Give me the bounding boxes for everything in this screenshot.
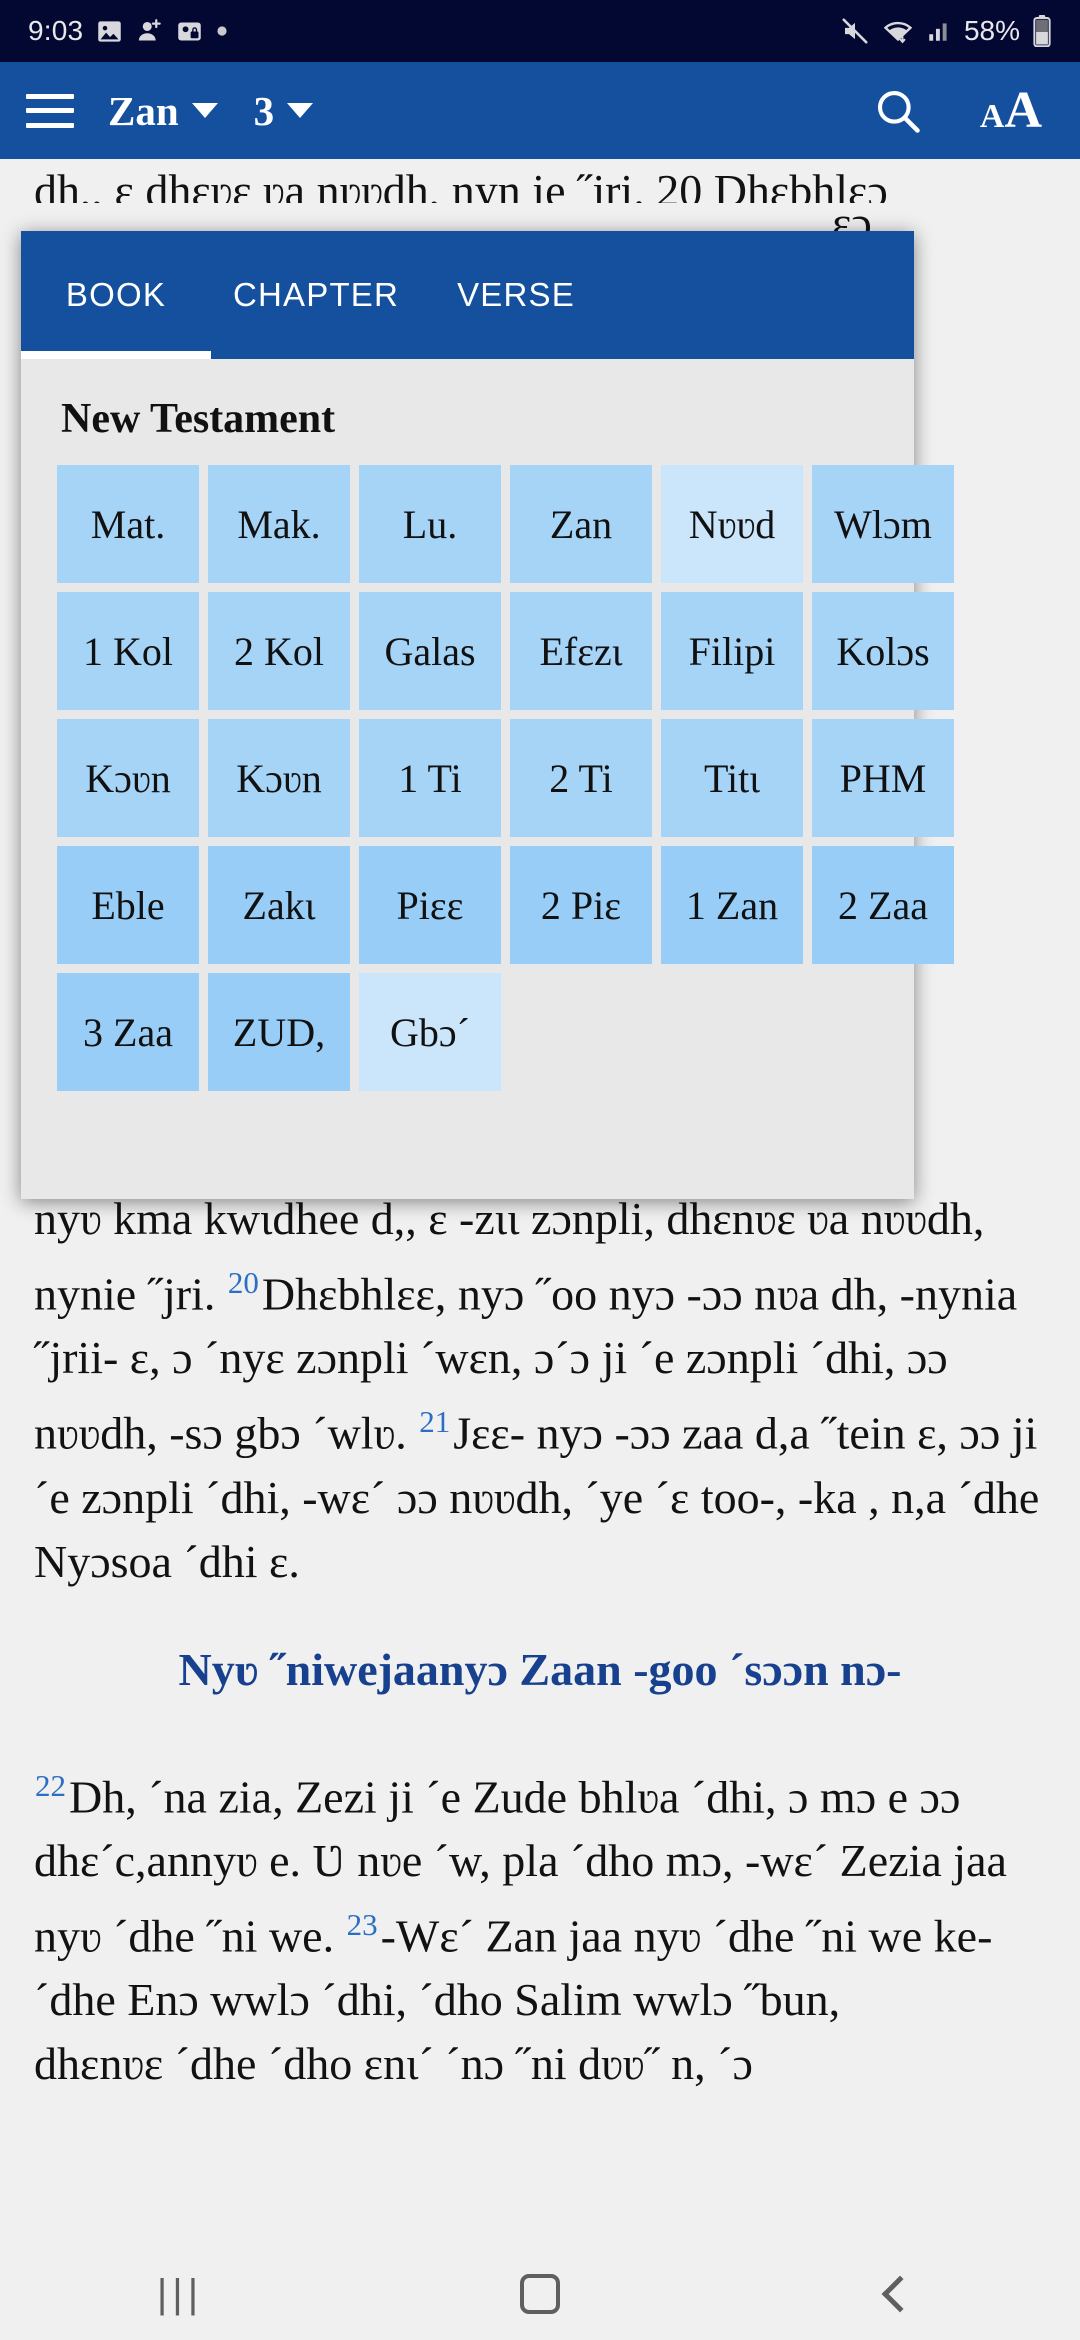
battery-percent: 58% — [963, 15, 1020, 46]
testament-title: New Testament — [61, 396, 336, 442]
home-button[interactable] — [440, 2274, 640, 2314]
book-cell-1ti[interactable]: 1 Ti — [359, 719, 501, 837]
book-cell-mak[interactable]: Mak. — [208, 465, 350, 583]
book-picker-dialog[interactable]: BOOK CHAPTER VERSE New Testament Mat. Ma… — [21, 231, 954, 1199]
chevron-down-icon — [191, 103, 218, 118]
book-cell-empty-3 — [812, 973, 954, 1091]
book-cell-2zaa[interactable]: 2 Zaa — [812, 846, 954, 964]
image-icon — [96, 18, 123, 45]
wifi-icon — [882, 16, 914, 46]
book-grid: Mat. Mak. Lu. Zan Nʋʋd Wlɔm 1 Kol 2 Kol … — [21, 465, 954, 1091]
mute-icon — [840, 16, 870, 46]
contact-card-icon — [176, 18, 203, 45]
verse-paragraph-19-21: nyʋ kma kwɩdhee d,, ɛ -zɩɩ zɔnpli, dhɛnʋ… — [34, 1187, 1046, 1594]
book-cell-eble[interactable]: Eble — [57, 846, 199, 964]
verse-number-23[interactable]: 23 — [346, 1907, 381, 1942]
chevron-down-icon — [287, 103, 314, 118]
book-cell-mat[interactable]: Mat. — [57, 465, 199, 583]
book-cell-2pie[interactable]: 2 Piɛ — [510, 846, 652, 964]
book-cell-1kol[interactable]: 1 Kol — [57, 592, 199, 710]
book-cell-2ti[interactable]: 2 Ti — [510, 719, 652, 837]
android-nav-bar: ||| — [0, 2248, 1080, 2340]
picker-tab-bar: BOOK CHAPTER VERSE — [21, 231, 914, 359]
section-heading: Nyʋ ˝niwejaanyɔ Zaan -goo ˊsɔɔn nɔ- — [178, 1643, 902, 1695]
clipped-line-text: dh,, ɛ dhɛʋɛ ʋa nʋʋdh, nyn ie ˝jri. 20 D… — [34, 165, 888, 203]
app-bar: Zan 3 AA — [0, 62, 1080, 159]
recents-button[interactable]: ||| — [80, 2272, 280, 2317]
book-cell-lu[interactable]: Lu. — [359, 465, 501, 583]
battery-icon — [1032, 15, 1052, 47]
book-selector-button[interactable]: Zan — [108, 87, 218, 135]
back-icon — [881, 2275, 919, 2313]
verse-paragraph-22-23: 22Dh, ˊna zia, Zezi ji ˊe Zude bhlʋa ˊdh… — [34, 1754, 1046, 2033]
book-cell-2kol[interactable]: 2 Kol — [208, 592, 350, 710]
chapter-selector-button[interactable]: 3 — [254, 87, 314, 135]
book-cell-koun-1[interactable]: Kɔʋn — [57, 719, 199, 837]
app-bar-actions: AA — [872, 84, 1054, 137]
book-cell-zan[interactable]: Zan — [510, 465, 652, 583]
book-cell-phm[interactable]: PHM — [812, 719, 954, 837]
verse-number-21[interactable]: 21 — [418, 1404, 453, 1439]
chapter-selector-label: 3 — [253, 87, 275, 134]
status-bar: 9:03 58% — [0, 0, 1080, 62]
book-cell-3zaa[interactable]: 3 Zaa — [57, 973, 199, 1091]
person-add-icon — [136, 18, 163, 45]
book-cell-efezi[interactable]: Efɛzɩ — [510, 592, 652, 710]
book-cell-empty-2 — [661, 973, 803, 1091]
book-cell-zaki[interactable]: Zakɩ — [208, 846, 350, 964]
book-cell-gbo[interactable]: Gbɔ´ — [359, 973, 501, 1091]
verse-number-22[interactable]: 22 — [34, 1768, 69, 1803]
book-cell-empty-1 — [510, 973, 652, 1091]
font-size-icon[interactable]: AA — [980, 84, 1042, 137]
book-cell-wlom[interactable]: Wlɔm — [812, 465, 954, 583]
status-bar-left: 9:03 — [28, 15, 228, 47]
recents-icon: ||| — [156, 2271, 204, 2316]
phone-screen: 9:03 58% Zan 3 A A dh,, ɛ dhɛʋɛ ʋa nʋʋdh… — [0, 0, 1080, 2340]
status-time: 9:03 — [28, 15, 84, 46]
tab-verse[interactable]: VERSE — [421, 231, 611, 359]
book-cell-titi[interactable]: Titɩ — [661, 719, 803, 837]
book-cell-nuud[interactable]: Nʋʋd — [661, 465, 803, 583]
tab-book[interactable]: BOOK — [21, 231, 211, 359]
signal-icon — [926, 17, 952, 45]
book-selector-label: Zan — [108, 87, 179, 134]
book-cell-kolos[interactable]: Kolɔs — [812, 592, 954, 710]
hamburger-icon[interactable] — [26, 93, 74, 128]
book-cell-filipi[interactable]: Filipi — [661, 592, 803, 710]
back-button[interactable] — [800, 2275, 1000, 2313]
picker-body: New Testament Mat. Mak. Lu. Zan Nʋʋd Wlɔ… — [21, 359, 954, 1091]
search-icon[interactable] — [872, 85, 924, 137]
clipped-bottom-line: dhɛnʋɛ ˊdhe ˊdho ɛnɩˊ ˊnɔ ˝ni dʋʋ˝ n, ˊɔ — [34, 2032, 1046, 2096]
clipped-bottom-text: dhɛnʋɛ ˊdhe ˊdho ɛnɩˊ ˊnɔ ˝ni dʋʋ˝ n, ˊɔ — [34, 2038, 753, 2090]
book-cell-1zan[interactable]: 1 Zan — [661, 846, 803, 964]
status-bar-right: 58% — [840, 15, 1052, 47]
verse-number-20[interactable]: 20 — [227, 1265, 262, 1300]
home-icon — [520, 2274, 560, 2314]
dot-icon — [216, 25, 228, 37]
book-cell-koun-2[interactable]: Kɔʋn — [208, 719, 350, 837]
book-cell-zud[interactable]: ZUD, — [208, 973, 350, 1091]
book-cell-galas[interactable]: Galas — [359, 592, 501, 710]
book-cell-piee[interactable]: Piɛɛ — [359, 846, 501, 964]
tab-chapter[interactable]: CHAPTER — [211, 231, 421, 359]
